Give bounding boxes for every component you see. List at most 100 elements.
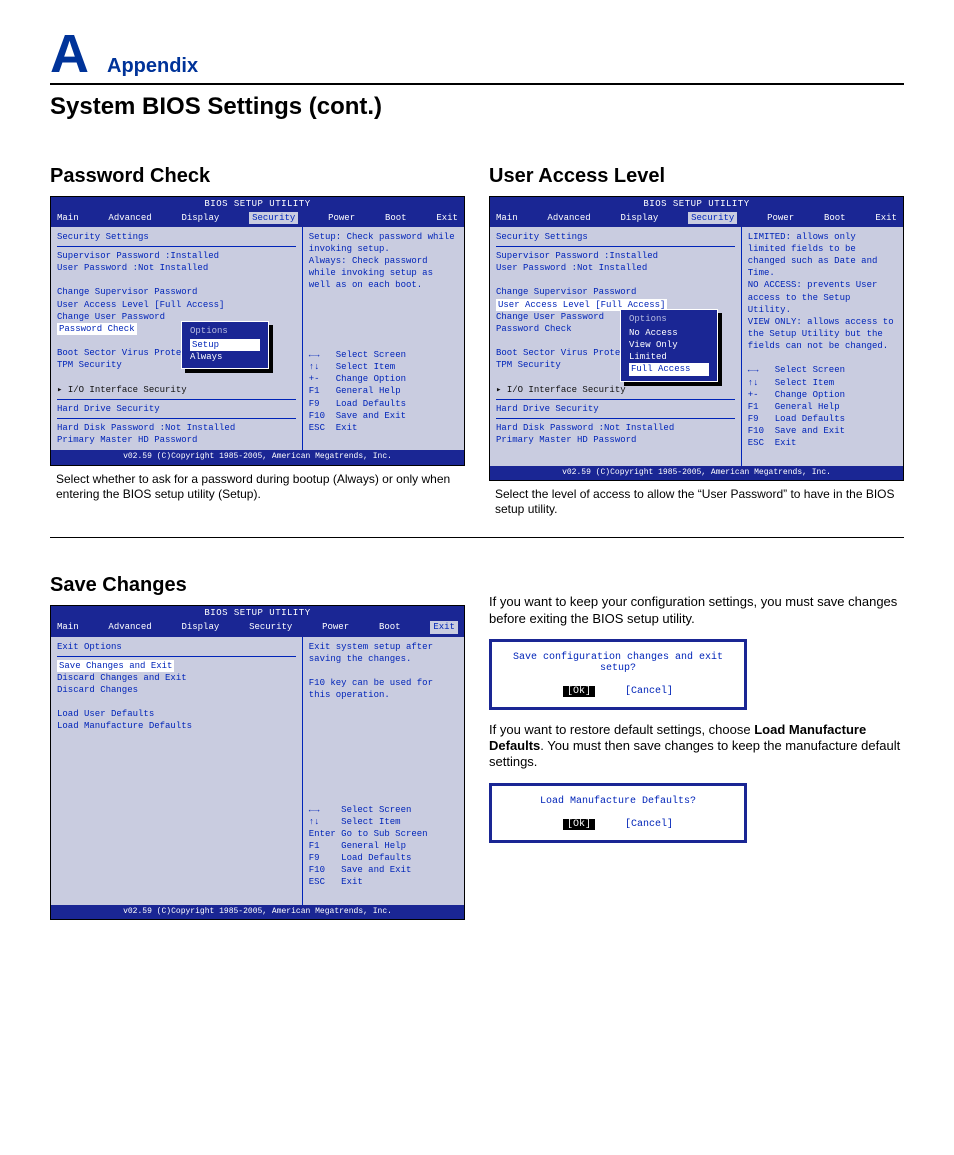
popup-item-view-only: View Only <box>629 339 709 351</box>
popup-title: Options <box>629 313 709 325</box>
menu-power: Power <box>322 621 349 633</box>
menu-exit: Exit <box>875 212 897 224</box>
change-sup: Change Supervisor Password <box>57 286 296 298</box>
change-sup: Change Supervisor Password <box>496 286 735 298</box>
divider <box>50 537 904 538</box>
bios-titlebar: BIOS SETUP UTILITY <box>490 197 903 211</box>
hd-pw: Hard Disk Password :Not Installed <box>57 422 296 434</box>
key-exit: Exit <box>336 423 358 433</box>
hd-pw: Hard Disk Password :Not Installed <box>496 422 735 434</box>
key-save-exit: Save and Exit <box>775 426 845 436</box>
bios-titlebar: BIOS SETUP UTILITY <box>51 606 464 620</box>
key-legend: ←→ Select Screen ↑↓ Select Item +- Chang… <box>309 337 458 446</box>
hd-security-label: Hard Drive Security <box>57 403 296 415</box>
bios-copyright: v02.59 (C)Copyright 1985-2005, American … <box>490 466 903 481</box>
bios-copyright: v02.59 (C)Copyright 1985-2005, American … <box>51 450 464 465</box>
bios-copyright: v02.59 (C)Copyright 1985-2005, American … <box>51 905 464 920</box>
menu-boot: Boot <box>385 212 407 224</box>
exit-options-label: Exit Options <box>57 641 296 653</box>
dialog-msg: Save configuration changes and exit setu… <box>508 652 728 674</box>
bios-left-pane: Security Settings Supervisor Password :I… <box>51 227 303 450</box>
menu-display: Display <box>620 212 658 224</box>
bios-menubar: Main Advanced Display Security Power Boo… <box>490 211 903 227</box>
key-load-defaults: Load Defaults <box>341 853 411 863</box>
help-text-password-check: Setup: Check password while invoking set… <box>309 231 458 292</box>
primary-hd: Primary Master HD Password <box>496 434 735 446</box>
dialog-cancel-button[interactable]: [Cancel] <box>625 819 673 830</box>
popup-item-always: Always <box>190 351 260 363</box>
key-load-defaults: Load Defaults <box>336 399 406 409</box>
help-text-user-access: LIMITED: allows only limited fields to b… <box>748 231 897 352</box>
key-select-item: Select Item <box>775 378 834 388</box>
page-header: A Appendix <box>50 30 904 85</box>
key-general-help: General Help <box>336 386 401 396</box>
heading-password-check: Password Check <box>50 165 465 188</box>
menu-display: Display <box>181 621 219 633</box>
menu-advanced: Advanced <box>108 621 151 633</box>
caption-password-check: Select whether to ask for a password dur… <box>50 472 465 502</box>
body2a: If you want to restore default settings,… <box>489 722 754 737</box>
popup-item-no-access: No Access <box>629 327 709 339</box>
bios-menubar: Main Advanced Display Security Power Boo… <box>51 211 464 227</box>
dialog-load-defaults: Load Manufacture Defaults? [Ok] [Cancel] <box>489 783 747 843</box>
user-pw: User Password :Not Installed <box>57 262 296 274</box>
help-text-save-changes: Exit system setup after saving the chang… <box>309 641 458 702</box>
menu-exit: Exit <box>430 621 458 633</box>
key-general-help: General Help <box>775 402 840 412</box>
bios-right-pane: Exit system setup after saving the chang… <box>303 637 464 905</box>
bios-right-pane: LIMITED: allows only limited fields to b… <box>742 227 903 466</box>
dialog-msg: Load Manufacture Defaults? <box>508 796 728 807</box>
menu-boot: Boot <box>824 212 846 224</box>
exit-discard-and-exit: Discard Changes and Exit <box>57 672 296 684</box>
menu-main: Main <box>57 212 79 224</box>
menu-display: Display <box>181 212 219 224</box>
key-select-item: Select Item <box>336 362 395 372</box>
security-settings-label: Security Settings <box>57 231 296 243</box>
menu-advanced: Advanced <box>108 212 151 224</box>
key-general-help: General Help <box>341 841 406 851</box>
key-save-exit: Save and Exit <box>336 411 406 421</box>
menu-exit: Exit <box>436 212 458 224</box>
dialog-ok-button[interactable]: [Ok] <box>563 819 595 830</box>
options-popup-password-check: Options Setup Always <box>181 321 269 369</box>
bios-window-password-check: BIOS SETUP UTILITY Main Advanced Display… <box>50 196 465 466</box>
menu-power: Power <box>328 212 355 224</box>
io-interface: ▸ I/O Interface Security <box>57 384 296 396</box>
save-changes-body2: If you want to restore default settings,… <box>489 722 904 771</box>
key-exit: Exit <box>775 438 797 448</box>
menu-security: Security <box>249 621 292 633</box>
exit-discard: Discard Changes <box>57 684 296 696</box>
popup-item-limited: Limited <box>629 351 709 363</box>
exit-save-and-exit: Save Changes and Exit <box>57 660 174 672</box>
hd-security-label: Hard Drive Security <box>496 403 735 415</box>
menu-boot: Boot <box>379 621 401 633</box>
bios-right-pane: Setup: Check password while invoking set… <box>303 227 464 450</box>
popup-item-full-access: Full Access <box>629 363 709 375</box>
key-select-screen: Select Screen <box>336 350 406 360</box>
exit-load-user-defaults: Load User Defaults <box>57 708 296 720</box>
supervisor-pw: Supervisor Password :Installed <box>496 250 735 262</box>
menu-security: Security <box>249 212 298 224</box>
dialog-ok-button[interactable]: [Ok] <box>563 686 595 697</box>
io-interface: ▸ I/O Interface Security <box>496 384 735 396</box>
dialog-cancel-button[interactable]: [Cancel] <box>625 686 673 697</box>
menu-main: Main <box>496 212 518 224</box>
dialog-save-config: Save configuration changes and exit setu… <box>489 639 747 710</box>
key-legend: ←→ Select Screen ↑↓ Select Item +- Chang… <box>748 352 897 461</box>
primary-hd: Primary Master HD Password <box>57 434 296 446</box>
key-select-screen: Select Screen <box>775 365 845 375</box>
menu-power: Power <box>767 212 794 224</box>
heading-user-access: User Access Level <box>489 165 904 188</box>
key-legend: ←→ Select Screen ↑↓ Select Item Enter Go… <box>309 791 458 900</box>
bios-menubar: Main Advanced Display Security Power Boo… <box>51 620 464 636</box>
key-exit: Exit <box>341 877 363 887</box>
bios-left-pane: Security Settings Supervisor Password :I… <box>490 227 742 466</box>
caption-user-access: Select the level of access to allow the … <box>489 487 904 517</box>
page-title: System BIOS Settings (cont.) <box>50 93 904 121</box>
user-pw: User Password :Not Installed <box>496 262 735 274</box>
appendix-label: Appendix <box>107 55 198 78</box>
options-popup-user-access: Options No Access View Only Limited Full… <box>620 309 718 382</box>
key-change-option: Change Option <box>336 374 406 384</box>
bios-window-user-access: BIOS SETUP UTILITY Main Advanced Display… <box>489 196 904 482</box>
key-select-screen: Select Screen <box>341 805 411 815</box>
